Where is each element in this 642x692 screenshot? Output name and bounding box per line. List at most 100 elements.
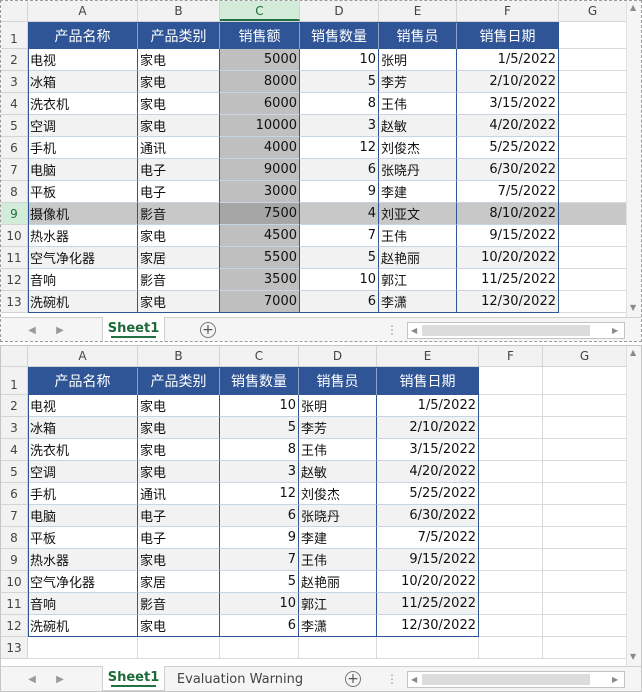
table-cell[interactable]: 3 <box>300 115 379 137</box>
table-cell[interactable]: 洗衣机 <box>28 93 138 115</box>
column-header-d[interactable]: D <box>300 1 379 21</box>
add-sheet-icon[interactable]: + <box>200 322 216 338</box>
table-cell[interactable]: 5 <box>300 71 379 93</box>
table-cell[interactable]: 电子 <box>138 181 220 203</box>
table-cell[interactable]: 刘亚文 <box>379 203 457 225</box>
table-cell[interactable]: 张晓丹 <box>379 159 457 181</box>
nav-right-icon[interactable]: ▶ <box>51 318 69 341</box>
nav-right-icon[interactable]: ▶ <box>51 667 69 691</box>
row-header[interactable]: 12 <box>1 615 28 637</box>
row-header[interactable]: 7 <box>1 505 28 527</box>
nav-left-icon[interactable]: ◀ <box>23 318 41 341</box>
row-header[interactable]: 13 <box>1 637 28 659</box>
table-cell[interactable]: 7/5/2022 <box>377 527 479 549</box>
table-cell[interactable]: 6 <box>300 159 379 181</box>
horizontal-scrollbar[interactable]: ◀ ▶ <box>407 322 625 339</box>
row-header[interactable]: 8 <box>1 527 28 549</box>
table-cell[interactable]: 洗碗机 <box>28 291 138 313</box>
table-cell[interactable]: 李芳 <box>299 417 377 439</box>
row-header[interactable]: 1 <box>1 367 28 395</box>
select-all-corner[interactable] <box>1 346 28 366</box>
table-cell[interactable]: 6 <box>220 505 299 527</box>
row-header[interactable]: 5 <box>1 461 28 483</box>
table-cell[interactable]: 4000 <box>220 137 300 159</box>
table-cell[interactable]: 5500 <box>220 247 300 269</box>
scroll-down-icon[interactable]: ▼ <box>630 303 636 312</box>
nav-left-icon[interactable]: ◀ <box>23 667 41 691</box>
table-cell[interactable]: 赵艳丽 <box>379 247 457 269</box>
table-cell[interactable]: 刘俊杰 <box>299 483 377 505</box>
scroll-left-icon[interactable]: ◀ <box>411 675 417 684</box>
table-cell[interactable]: 家电 <box>138 417 220 439</box>
table-cell[interactable]: 手机 <box>28 137 138 159</box>
row-header[interactable]: 11 <box>1 593 28 615</box>
table-cell[interactable]: 7000 <box>220 291 300 313</box>
column-header-d[interactable]: D <box>299 346 377 366</box>
table-cell[interactable]: 家电 <box>138 615 220 637</box>
column-header-g[interactable]: G <box>543 346 627 366</box>
horizontal-scrollbar[interactable]: ◀ ▶ <box>407 671 625 688</box>
table-cell[interactable]: 家居 <box>138 571 220 593</box>
tab-sheet1[interactable]: Sheet1 <box>102 317 165 341</box>
table-header-cell[interactable]: 产品类别 <box>138 367 220 395</box>
table-header-cell[interactable]: 产品名称 <box>28 367 138 395</box>
table-cell[interactable]: 热水器 <box>28 549 138 571</box>
scroll-up-icon[interactable]: ▲ <box>630 3 636 12</box>
table-cell[interactable]: 3/15/2022 <box>457 93 559 115</box>
scroll-up-icon[interactable]: ▲ <box>630 348 636 357</box>
table-cell[interactable]: 10000 <box>220 115 300 137</box>
row-header[interactable]: 13 <box>1 291 28 313</box>
table-cell[interactable]: 电子 <box>138 505 220 527</box>
row-header[interactable]: 3 <box>1 71 28 93</box>
table-cell[interactable]: 影音 <box>138 269 220 291</box>
scroll-down-icon[interactable]: ▼ <box>630 652 636 661</box>
table-header-cell[interactable]: 销售员 <box>299 367 377 395</box>
row-header[interactable]: 9 <box>1 549 28 571</box>
scroll-left-icon[interactable]: ◀ <box>411 326 417 335</box>
table-cell[interactable]: 9 <box>300 181 379 203</box>
table-cell[interactable]: 6/30/2022 <box>457 159 559 181</box>
table-cell[interactable]: 4/20/2022 <box>457 115 559 137</box>
column-header-b[interactable]: B <box>138 346 220 366</box>
table-cell[interactable]: 4500 <box>220 225 300 247</box>
table-cell[interactable]: 12/30/2022 <box>457 291 559 313</box>
select-all-corner[interactable] <box>1 1 28 21</box>
table-cell[interactable]: 家电 <box>138 93 220 115</box>
row-header[interactable]: 10 <box>1 225 28 247</box>
table-cell[interactable]: 李芳 <box>379 71 457 93</box>
table-cell[interactable]: 赵艳丽 <box>299 571 377 593</box>
table-cell[interactable]: 电视 <box>28 49 138 71</box>
column-header-e[interactable]: E <box>377 346 479 366</box>
column-header-f[interactable]: F <box>457 1 559 21</box>
table-cell[interactable]: 冰箱 <box>28 417 138 439</box>
table-cell[interactable]: 8 <box>220 439 299 461</box>
table-header-cell[interactable]: 销售额 <box>220 22 300 49</box>
row-header[interactable]: 12 <box>1 269 28 291</box>
scroll-thumb[interactable] <box>422 674 590 685</box>
table-cell[interactable]: 洗碗机 <box>28 615 138 637</box>
table-cell[interactable]: 家电 <box>138 461 220 483</box>
table-cell[interactable]: 7/5/2022 <box>457 181 559 203</box>
table-cell[interactable]: 5 <box>220 571 299 593</box>
table-cell[interactable]: 刘俊杰 <box>379 137 457 159</box>
table-cell[interactable]: 3 <box>220 461 299 483</box>
table-cell[interactable]: 3/15/2022 <box>377 439 479 461</box>
table-cell[interactable]: 4 <box>300 203 379 225</box>
table-cell[interactable]: 6/30/2022 <box>377 505 479 527</box>
row-header[interactable]: 2 <box>1 49 28 71</box>
table-cell[interactable]: 电脑 <box>28 159 138 181</box>
table-cell[interactable]: 王伟 <box>299 549 377 571</box>
row-header[interactable]: 7 <box>1 159 28 181</box>
table-cell[interactable]: 5/25/2022 <box>457 137 559 159</box>
column-header-a[interactable]: A <box>28 1 138 21</box>
table-cell[interactable]: 电视 <box>28 395 138 417</box>
table-header-cell[interactable]: 产品类别 <box>138 22 220 49</box>
table-header-cell[interactable]: 销售日期 <box>457 22 559 49</box>
table-cell[interactable]: 10 <box>220 395 299 417</box>
tab-split-handle[interactable]: ⋮ <box>386 323 398 337</box>
table-cell[interactable]: 3500 <box>220 269 300 291</box>
table-cell[interactable]: 9/15/2022 <box>457 225 559 247</box>
table-cell[interactable]: 李潇 <box>379 291 457 313</box>
table-cell[interactable]: 热水器 <box>28 225 138 247</box>
table-cell[interactable]: 10/20/2022 <box>457 247 559 269</box>
